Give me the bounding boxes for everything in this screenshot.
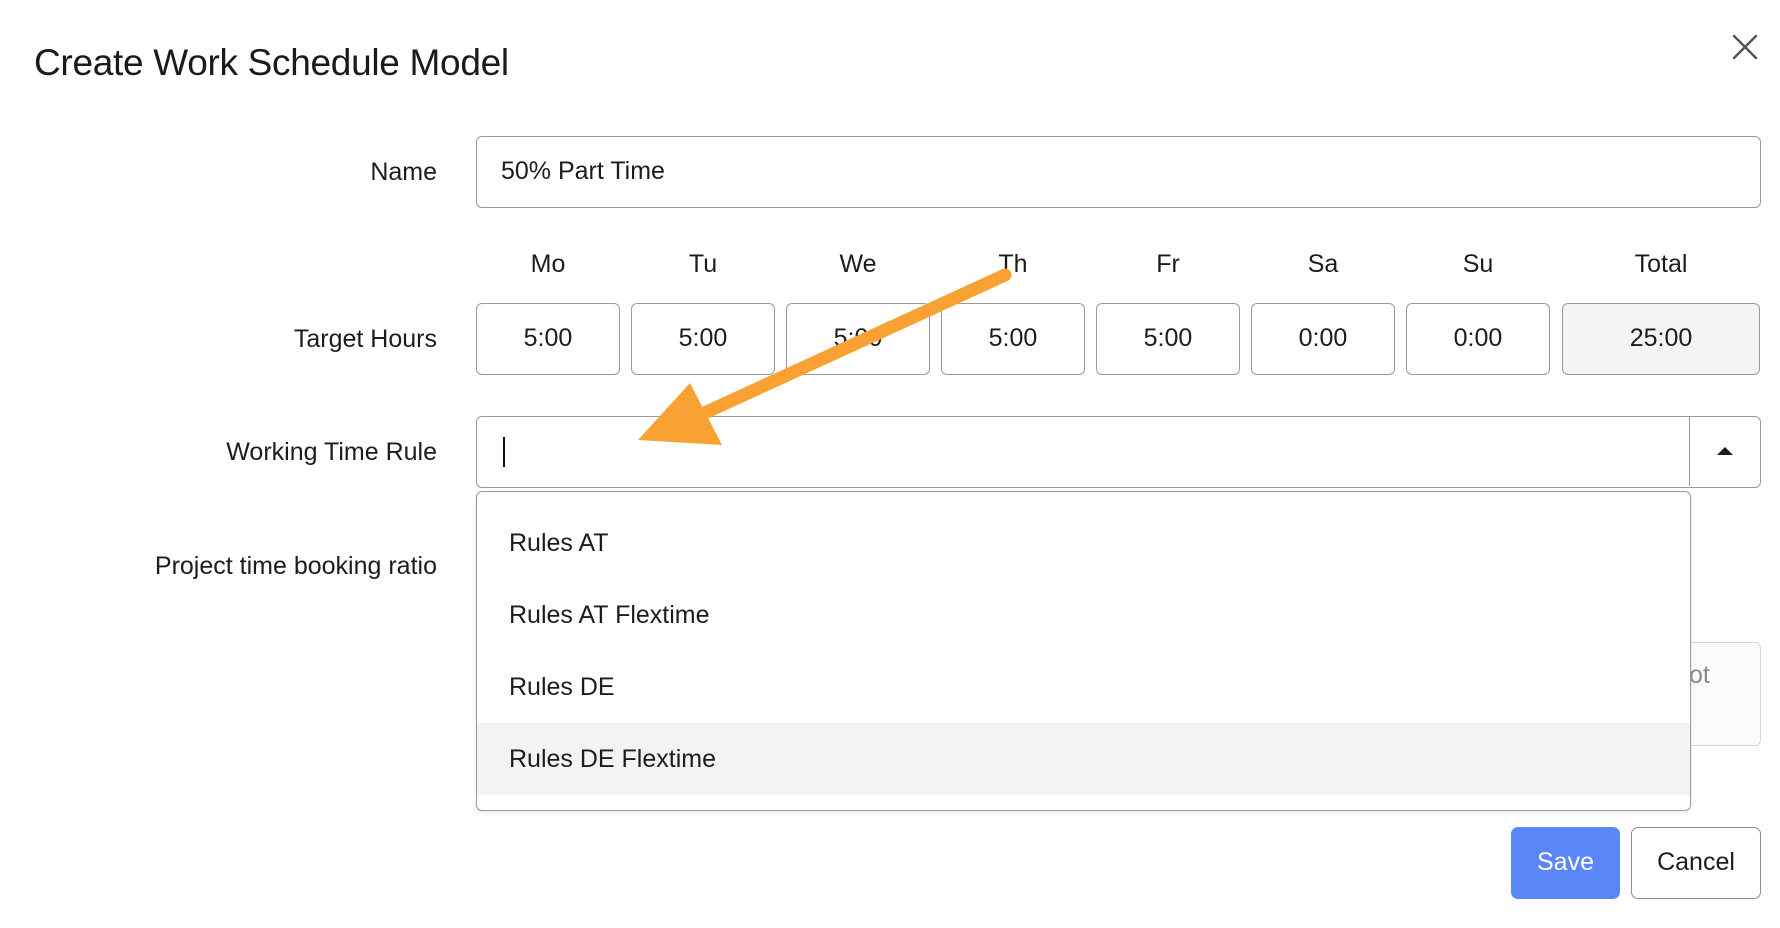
day-header-mo: Mo <box>530 250 566 278</box>
day-header-sa: Sa <box>1307 250 1339 278</box>
chevron-up-icon <box>1717 447 1733 455</box>
day-header-th: Th <box>998 250 1028 278</box>
total-header: Total <box>1634 250 1688 278</box>
hours-input-we[interactable]: 5:00 <box>786 303 930 375</box>
working-time-rule-input[interactable] <box>477 417 1691 486</box>
working-time-rule-label: Working Time Rule <box>226 438 437 466</box>
working-time-rule-dropdown: Rules AT Rules AT Flextime Rules DE Rule… <box>476 491 1691 811</box>
name-input[interactable]: 50% Part Time <box>476 136 1761 208</box>
hours-input-mo[interactable]: 5:00 <box>476 303 620 375</box>
hours-input-sa[interactable]: 0:00 <box>1251 303 1395 375</box>
hours-input-tu[interactable]: 5:00 <box>631 303 775 375</box>
dropdown-option-rules-at[interactable]: Rules AT <box>477 507 1690 579</box>
dialog-title: Create Work Schedule Model <box>34 42 509 83</box>
hours-total: 25:00 <box>1562 303 1760 375</box>
save-button[interactable]: Save <box>1511 827 1620 899</box>
hours-input-fr[interactable]: 5:00 <box>1096 303 1240 375</box>
cancel-button[interactable]: Cancel <box>1631 827 1761 899</box>
text-caret <box>503 437 505 467</box>
day-header-we: We <box>839 250 877 278</box>
day-header-su: Su <box>1462 250 1494 278</box>
day-header-fr: Fr <box>1156 250 1180 278</box>
hours-input-su[interactable]: 0:00 <box>1406 303 1550 375</box>
working-time-rule-combobox <box>476 416 1761 488</box>
dropdown-option-rules-at-flextime[interactable]: Rules AT Flextime <box>477 579 1690 651</box>
dropdown-toggle-button[interactable] <box>1689 417 1760 486</box>
create-work-schedule-dialog: Create Work Schedule Model Name 50% Part… <box>0 0 1780 928</box>
dropdown-option-rules-de[interactable]: Rules DE <box>477 651 1690 723</box>
partially-hidden-text: ot <box>1689 661 1710 689</box>
close-icon[interactable] <box>1728 30 1762 64</box>
day-header-tu: Tu <box>688 250 718 278</box>
hours-input-th[interactable]: 5:00 <box>941 303 1085 375</box>
project-ratio-label: Project time booking ratio <box>154 552 437 580</box>
name-label: Name <box>370 158 437 186</box>
dropdown-option-rules-de-flextime[interactable]: Rules DE Flextime <box>477 723 1690 795</box>
target-hours-label: Target Hours <box>293 325 437 353</box>
